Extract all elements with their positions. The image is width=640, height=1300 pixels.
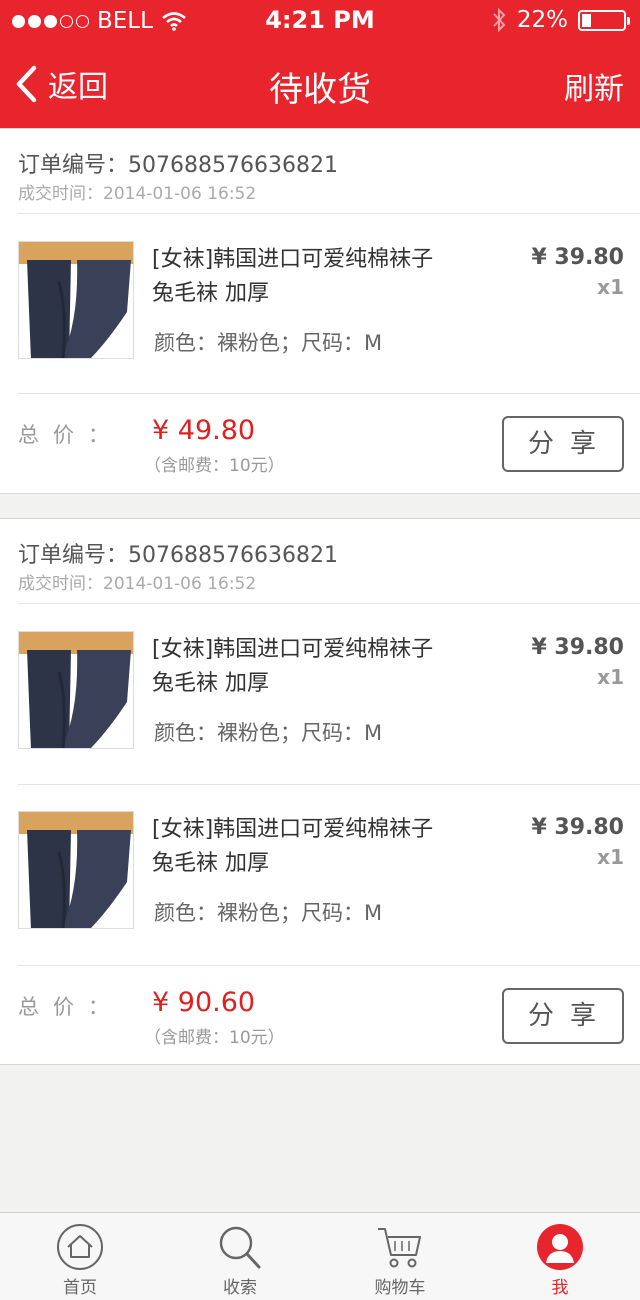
status-right: 22% — [491, 7, 630, 33]
cart-icon — [378, 1228, 421, 1268]
tab-label: 我 — [551, 1278, 569, 1298]
divider — [18, 965, 640, 966]
tab-home[interactable]: 首页 — [0, 1213, 160, 1300]
product-quantity: x1 — [597, 845, 624, 869]
shipping-fee: （含邮费：10元） — [144, 1028, 285, 1048]
shipping-fee: （含邮费：10元） — [144, 456, 285, 476]
order-number: 订单编号：507688576636821 — [18, 153, 338, 178]
tab-search[interactable]: 收索 — [160, 1213, 320, 1300]
divider — [18, 213, 640, 214]
status-bar: BELL 4:21 PM 22% — [0, 0, 640, 42]
tab-cart[interactable]: 购物车 — [320, 1213, 480, 1300]
tab-me[interactable]: 我 — [480, 1213, 640, 1300]
order-card: 订单编号：507688576636821 成交时间：2014-01-06 16:… — [0, 128, 640, 494]
header: BELL 4:21 PM 22% 返回 待收货 刷新 — [0, 0, 640, 128]
product-price: ¥ 39.80 — [531, 815, 624, 840]
home-icon — [57, 1224, 103, 1270]
total-label: 总价： — [18, 423, 123, 447]
total-price: ¥ 90.60 — [152, 987, 256, 1018]
tab-label: 收索 — [223, 1278, 257, 1298]
divider — [18, 784, 640, 785]
tab-label: 首页 — [63, 1278, 97, 1298]
product-spec: 颜色：裸粉色；尺码：M — [154, 331, 383, 355]
divider — [18, 603, 640, 604]
refresh-button[interactable]: 刷新 — [564, 64, 624, 108]
bluetooth-icon — [493, 7, 506, 33]
product-price: ¥ 39.80 — [531, 245, 624, 270]
product-quantity: x1 — [597, 665, 624, 689]
page-title: 待收货 — [269, 70, 371, 110]
battery-percent: 22% — [516, 7, 568, 33]
product-image[interactable] — [18, 241, 134, 359]
total-price: ¥ 49.80 — [152, 415, 256, 446]
battery-icon — [578, 9, 630, 31]
product-spec: 颜色：裸粉色；尺码：M — [154, 721, 383, 745]
share-button[interactable]: 分享 — [502, 988, 624, 1044]
order-time: 成交时间：2014-01-06 16:52 — [18, 184, 257, 204]
product-image[interactable] — [18, 631, 134, 749]
product-quantity: x1 — [597, 275, 624, 299]
tab-label: 购物车 — [374, 1278, 426, 1298]
product-name[interactable]: [女袜]韩国进口可爱纯棉袜子 兔毛袜 加厚 — [152, 813, 482, 881]
search-icon — [219, 1226, 261, 1269]
product-price: ¥ 39.80 — [531, 635, 624, 660]
order-card: 订单编号：507688576636821 成交时间：2014-01-06 16:… — [0, 518, 640, 1065]
product-spec: 颜色：裸粉色；尺码：M — [154, 901, 383, 925]
share-button[interactable]: 分享 — [502, 416, 624, 472]
divider — [18, 393, 640, 394]
product-image[interactable] — [18, 811, 134, 929]
total-label: 总价： — [18, 995, 123, 1019]
product-name[interactable]: [女袜]韩国进口可爱纯棉袜子 兔毛袜 加厚 — [152, 243, 482, 311]
order-time: 成交时间：2014-01-06 16:52 — [18, 574, 257, 594]
user-icon — [537, 1224, 583, 1270]
product-name[interactable]: [女袜]韩国进口可爱纯棉袜子 兔毛袜 加厚 — [152, 633, 482, 701]
order-number: 订单编号：507688576636821 — [18, 543, 338, 568]
tab-bar: 首页 收索 购物车 我 — [0, 1212, 640, 1300]
nav-bar: 返回 待收货 刷新 — [0, 42, 640, 128]
